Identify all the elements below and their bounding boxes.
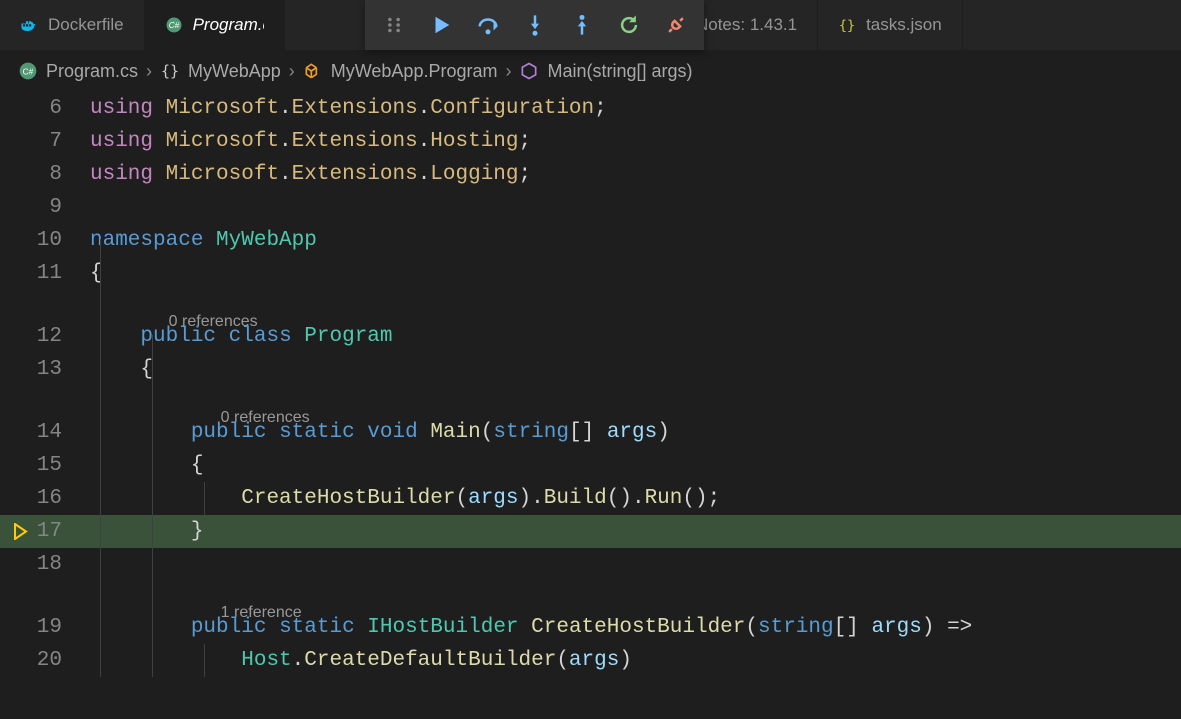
chevron-right-icon: ›: [144, 61, 154, 82]
code-line: 9: [0, 191, 1181, 224]
breadcrumb: C# Program.cs › {} MyWebApp › MyWebApp.P…: [0, 50, 1181, 92]
line-number: 10: [0, 224, 90, 257]
step-into-button[interactable]: [512, 5, 557, 45]
code-line: 20 Host.CreateDefaultBuilder(args): [0, 644, 1181, 677]
breadcrumb-label: MyWebApp.Program: [331, 61, 498, 82]
tab-program[interactable]: C# Program.cs: [145, 0, 285, 50]
line-number: 18: [0, 548, 90, 581]
code-line: 16 CreateHostBuilder(args).Build().Run()…: [0, 482, 1181, 515]
line-number: 6: [0, 92, 90, 125]
code-line: 6 using Microsoft.Extensions.Configurati…: [0, 92, 1181, 125]
svg-text:{}: {}: [161, 62, 179, 80]
code-editor[interactable]: 6 using Microsoft.Extensions.Configurati…: [0, 92, 1181, 677]
continue-button[interactable]: [418, 5, 463, 45]
svg-text:C#: C#: [168, 21, 179, 30]
step-out-button[interactable]: [559, 5, 604, 45]
line-number: 20: [0, 644, 90, 677]
method-icon: [519, 61, 539, 81]
code-line: 15 {: [0, 449, 1181, 482]
breadcrumb-class[interactable]: MyWebApp.Program: [303, 61, 498, 82]
line-number: 7: [0, 125, 90, 158]
tab-dockerfile[interactable]: Dockerfile: [0, 0, 145, 50]
tab-label: Dockerfile: [48, 15, 124, 35]
restart-button[interactable]: [606, 5, 651, 45]
svg-text:{}: {}: [839, 18, 855, 34]
tab-label: tasks.json: [866, 15, 942, 35]
debug-toolbar: [365, 0, 704, 50]
line-number: 8: [0, 158, 90, 191]
csharp-icon: C#: [165, 16, 183, 34]
tab-label: Program.cs: [193, 15, 264, 35]
line-number: 9: [0, 191, 90, 224]
line-number: 17: [0, 515, 90, 548]
line-number: 19: [0, 611, 90, 644]
csharp-icon: C#: [18, 61, 38, 81]
chevron-right-icon: ›: [503, 61, 513, 82]
chevron-right-icon: ›: [287, 61, 297, 82]
drag-handle-icon[interactable]: [371, 5, 416, 45]
breadcrumb-label: Main(string[] args): [547, 61, 692, 82]
line-number: 15: [0, 449, 90, 482]
codelens[interactable]: 0 references: [0, 290, 1181, 320]
docker-icon: [20, 16, 38, 34]
code-line: 14 public static void Main(string[] args…: [0, 416, 1181, 449]
codelens[interactable]: 1 reference: [0, 581, 1181, 611]
codelens[interactable]: 0 references: [0, 386, 1181, 416]
svg-text:C#: C#: [23, 66, 34, 76]
json-icon: {}: [838, 16, 856, 34]
class-icon: [303, 61, 323, 81]
breadcrumb-file[interactable]: C# Program.cs: [18, 61, 138, 82]
line-number: 12: [0, 320, 90, 353]
step-over-button[interactable]: [465, 5, 510, 45]
disconnect-button[interactable]: [653, 5, 698, 45]
line-number: 13: [0, 353, 90, 386]
line-number: 16: [0, 482, 90, 515]
breadcrumb-label: Program.cs: [46, 61, 138, 82]
tab-tasks[interactable]: {} tasks.json: [818, 0, 963, 50]
breadcrumb-label: MyWebApp: [188, 61, 281, 82]
code-line: 7 using Microsoft.Extensions.Hosting;: [0, 125, 1181, 158]
line-number: 11: [0, 257, 90, 290]
breadcrumb-namespace[interactable]: {} MyWebApp: [160, 61, 281, 82]
line-number: 14: [0, 416, 90, 449]
namespace-icon: {}: [160, 61, 180, 81]
breadcrumb-method[interactable]: Main(string[] args): [519, 61, 692, 82]
code-line: 8 using Microsoft.Extensions.Logging;: [0, 158, 1181, 191]
code-line: 19 public static IHostBuilder CreateHost…: [0, 611, 1181, 644]
